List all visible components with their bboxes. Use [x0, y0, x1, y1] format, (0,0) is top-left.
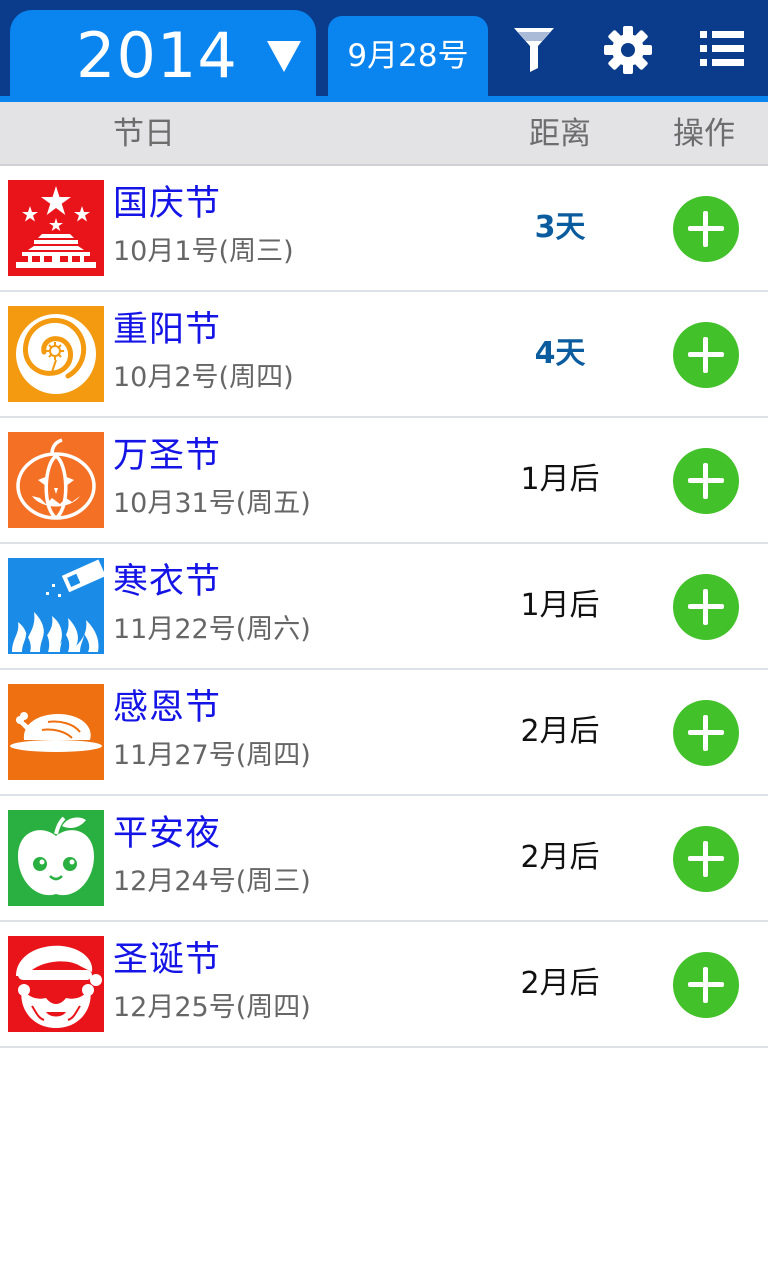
- column-action: 操作: [673, 116, 735, 152]
- holiday-distance: 4天: [534, 336, 586, 371]
- santa-icon: [8, 936, 104, 1032]
- holiday-name: 国庆节: [113, 184, 222, 224]
- holiday-name: 感恩节: [113, 688, 222, 728]
- holiday-date: 11月22号(周六): [113, 614, 311, 645]
- holiday-distance: 2月后: [520, 840, 600, 875]
- list-icon[interactable]: [700, 30, 744, 68]
- national-day-icon: [8, 180, 104, 276]
- holiday-distance: 1月后: [520, 462, 600, 497]
- list-item[interactable]: 圣诞节 12月25号(周四) 2月后: [0, 922, 768, 1048]
- holiday-name: 圣诞节: [113, 940, 222, 980]
- holiday-date: 12月24号(周三): [113, 866, 311, 897]
- add-reminder-button[interactable]: [673, 700, 739, 766]
- pumpkin-icon: [8, 432, 104, 528]
- year-selector[interactable]: 2014: [10, 10, 316, 102]
- list-item[interactable]: 重阳节 10月2号(周四) 4天: [0, 292, 768, 418]
- chevron-down-icon: [267, 41, 301, 72]
- holiday-distance: 1月后: [520, 588, 600, 623]
- turkey-icon: [8, 684, 104, 780]
- holiday-list: 国庆节 10月1号(周三) 3天 重阳节 10月2号(周四) 4天 万圣节 10…: [0, 166, 768, 1048]
- holiday-name: 寒衣节: [113, 562, 222, 602]
- holiday-date: 12月25号(周四): [113, 992, 311, 1023]
- gear-icon[interactable]: [604, 26, 652, 74]
- today-date-label: 9月28号: [347, 38, 469, 74]
- list-item[interactable]: 平安夜 12月24号(周三) 2月后: [0, 796, 768, 922]
- add-reminder-button[interactable]: [673, 322, 739, 388]
- list-item[interactable]: 寒衣节 11月22号(周六) 1月后: [0, 544, 768, 670]
- add-reminder-button[interactable]: [673, 826, 739, 892]
- holiday-date: 10月1号(周三): [113, 236, 294, 267]
- list-item[interactable]: 国庆节 10月1号(周三) 3天: [0, 166, 768, 292]
- list-item[interactable]: 万圣节 10月31号(周五) 1月后: [0, 418, 768, 544]
- holiday-distance: 3天: [534, 210, 586, 245]
- filter-icon[interactable]: [512, 24, 556, 74]
- column-header: 节日 距离 操作: [0, 102, 768, 166]
- holiday-distance: 2月后: [520, 714, 600, 749]
- column-holiday: 节日: [113, 116, 175, 152]
- add-reminder-button[interactable]: [673, 196, 739, 262]
- add-reminder-button[interactable]: [673, 574, 739, 640]
- holiday-distance: 2月后: [520, 966, 600, 1001]
- holiday-name: 重阳节: [113, 310, 222, 350]
- year-label: 2014: [76, 19, 238, 92]
- column-distance: 距离: [529, 116, 591, 152]
- add-reminder-button[interactable]: [673, 448, 739, 514]
- add-reminder-button[interactable]: [673, 952, 739, 1018]
- list-item[interactable]: 感恩节 11月27号(周四) 2月后: [0, 670, 768, 796]
- holiday-date: 10月2号(周四): [113, 362, 294, 393]
- holiday-date: 10月31号(周五): [113, 488, 311, 519]
- holiday-name: 万圣节: [113, 436, 222, 476]
- fire-icon: [8, 558, 104, 654]
- holiday-date: 11月27号(周四): [113, 740, 311, 771]
- chongyang-chrysanthemum-icon: [8, 306, 104, 402]
- today-date-tab[interactable]: 9月28号: [328, 16, 488, 102]
- apple-icon: [8, 810, 104, 906]
- holiday-name: 平安夜: [113, 814, 222, 854]
